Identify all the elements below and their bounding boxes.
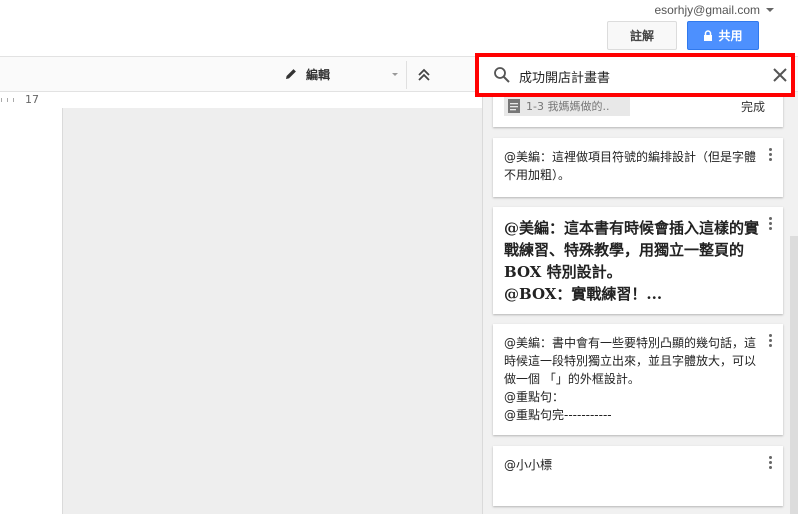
share-button-label: 共用 bbox=[718, 29, 743, 43]
search-icon bbox=[494, 67, 510, 83]
comments-scrollbar[interactable] bbox=[790, 236, 798, 514]
search-input[interactable] bbox=[519, 65, 759, 87]
more-options-icon[interactable] bbox=[769, 148, 773, 162]
document-canvas[interactable] bbox=[62, 108, 482, 514]
comment-text: @美編：這本書有時候會插入這樣的實戰練習、特殊教學，用獨立一整頁的 BOX 特別… bbox=[504, 219, 760, 303]
dropdown-caret-icon bbox=[392, 73, 398, 76]
chevron-down-icon bbox=[766, 8, 774, 12]
ruler-ticks bbox=[1, 98, 14, 102]
close-icon[interactable] bbox=[771, 66, 789, 84]
comment-card[interactable]: @小小標 bbox=[493, 446, 783, 506]
comments-button[interactable]: 註解 bbox=[607, 21, 677, 50]
linked-file-chip[interactable]: 1-3 我媽媽做的.. bbox=[504, 96, 630, 116]
document-page-edge[interactable] bbox=[0, 108, 62, 514]
more-options-icon[interactable] bbox=[769, 456, 773, 470]
comment-text: @美編：這裡做項目符號的編排設計（但是字體不用加粗）。 bbox=[504, 150, 757, 182]
comment-card[interactable]: @美編：這裡做項目符號的編排設計（但是字體不用加粗）。 bbox=[493, 138, 783, 197]
comment-text: @小小標 bbox=[504, 458, 553, 472]
lock-icon bbox=[704, 30, 713, 41]
ruler: 17 bbox=[0, 92, 476, 109]
resolve-button[interactable]: 完成 bbox=[741, 98, 765, 115]
comment-card-file[interactable]: 1-3 我媽媽做的.. 完成 bbox=[493, 92, 783, 127]
more-options-icon[interactable] bbox=[769, 334, 773, 348]
ruler-number: 17 bbox=[25, 93, 39, 106]
top-bar: esorhjy@gmail.com 註解 共用 bbox=[0, 0, 798, 56]
comment-search-box bbox=[475, 53, 795, 97]
linked-file-name: 1-3 我媽媽做的.. bbox=[526, 100, 610, 113]
comments-button-label: 註解 bbox=[629, 29, 654, 43]
account-switcher[interactable]: esorhjy@gmail.com bbox=[654, 3, 774, 17]
more-options-icon[interactable] bbox=[769, 217, 773, 231]
collapse-menus-icon[interactable] bbox=[414, 65, 434, 85]
comment-text: @美編：書中會有一些要特別凸顯的幾句話，這時候這一段特別獨立出來，並且字體放大，… bbox=[504, 336, 757, 422]
document-icon bbox=[508, 99, 520, 113]
account-email: esorhjy@gmail.com bbox=[654, 3, 760, 17]
editing-mode-dropdown[interactable]: 編輯 bbox=[278, 57, 406, 91]
editing-mode-label: 編輯 bbox=[306, 67, 331, 82]
share-button[interactable]: 共用 bbox=[687, 21, 759, 50]
pencil-icon bbox=[286, 69, 296, 79]
toolbar-divider bbox=[406, 61, 407, 89]
comment-card[interactable]: @美編：書中會有一些要特別凸顯的幾句話，這時候這一段特別獨立出來，並且字體放大，… bbox=[493, 324, 783, 435]
comment-card[interactable]: @美編：這本書有時候會插入這樣的實戰練習、特殊教學，用獨立一整頁的 BOX 特別… bbox=[493, 207, 783, 314]
